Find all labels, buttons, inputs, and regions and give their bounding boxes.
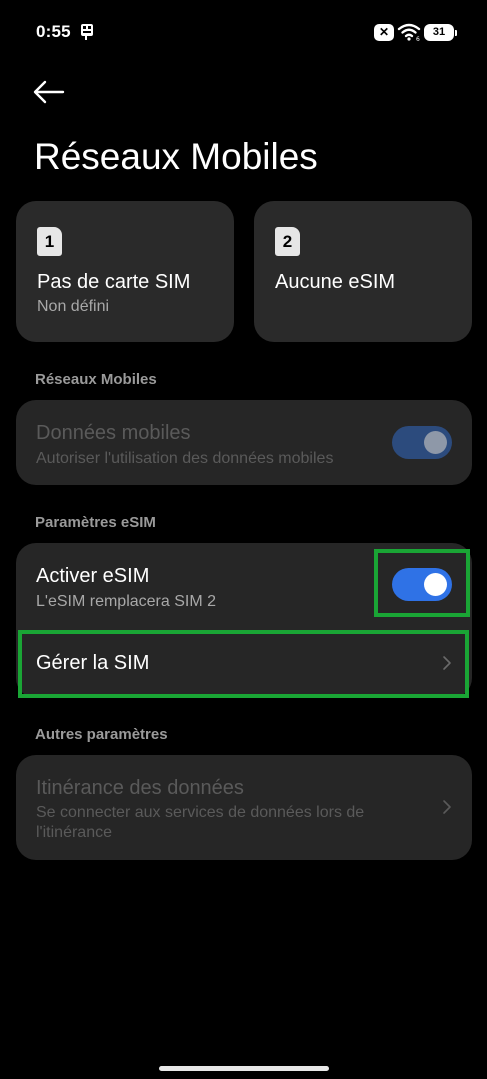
activate-esim-subtitle: L'eSIM remplacera SIM 2 <box>36 593 217 610</box>
data-roaming-title: Itinérance des données <box>36 777 244 799</box>
activate-esim-title: Activer eSIM <box>36 565 150 587</box>
sim-card-title: Pas de carte SIM <box>37 271 191 293</box>
toggle-knob <box>424 431 447 454</box>
data-roaming-row[interactable]: Itinérance des données Se connecter aux … <box>16 755 472 860</box>
chevron-right-icon <box>443 800 451 814</box>
sim-card-1[interactable]: 1 Pas de carte SIM Non défini <box>16 201 234 342</box>
sim-1-icon: 1 <box>37 227 62 256</box>
mobile-data-row[interactable]: Données mobiles Autoriser l'utilisation … <box>16 400 472 485</box>
back-button[interactable] <box>30 74 70 110</box>
mobile-data-subtitle: Autoriser l'utilisation des données mobi… <box>36 450 334 467</box>
mobile-data-title: Données mobiles <box>36 422 191 444</box>
data-roaming-subtitle: Se connecter aux services de données lor… <box>36 804 365 841</box>
home-indicator[interactable] <box>159 1066 329 1071</box>
section-label-esim-settings: Paramètres eSIM <box>35 514 156 531</box>
status-bar: 0:55 ✕ 6 31 <box>0 0 487 64</box>
mobile-data-toggle[interactable] <box>392 426 452 459</box>
wifi-icon: 6 <box>397 23 421 41</box>
sim-notification-icon <box>81 24 93 40</box>
status-icons: ✕ 6 31 <box>374 22 457 42</box>
no-sim-icon: ✕ <box>374 23 394 41</box>
sim-card-title: Aucune eSIM <box>275 271 396 293</box>
page-title: Réseaux Mobiles <box>34 136 318 177</box>
section-label-mobile-networks: Réseaux Mobiles <box>35 371 157 388</box>
manage-sim-highlight-box <box>18 630 469 698</box>
status-time: 0:55 <box>36 22 71 41</box>
sim-2-icon: 2 <box>275 227 300 256</box>
battery-level: 31 <box>432 26 446 38</box>
svg-text:6: 6 <box>416 36 420 41</box>
toggle-highlight-box <box>374 549 470 617</box>
sim-card-2[interactable]: 2 Aucune eSIM <box>254 201 472 342</box>
sim-card-subtitle: Non défini <box>37 298 110 315</box>
section-label-other-settings: Autres paramètres <box>35 726 168 743</box>
battery-icon: 31 <box>424 23 457 41</box>
back-arrow-icon <box>33 80 65 104</box>
